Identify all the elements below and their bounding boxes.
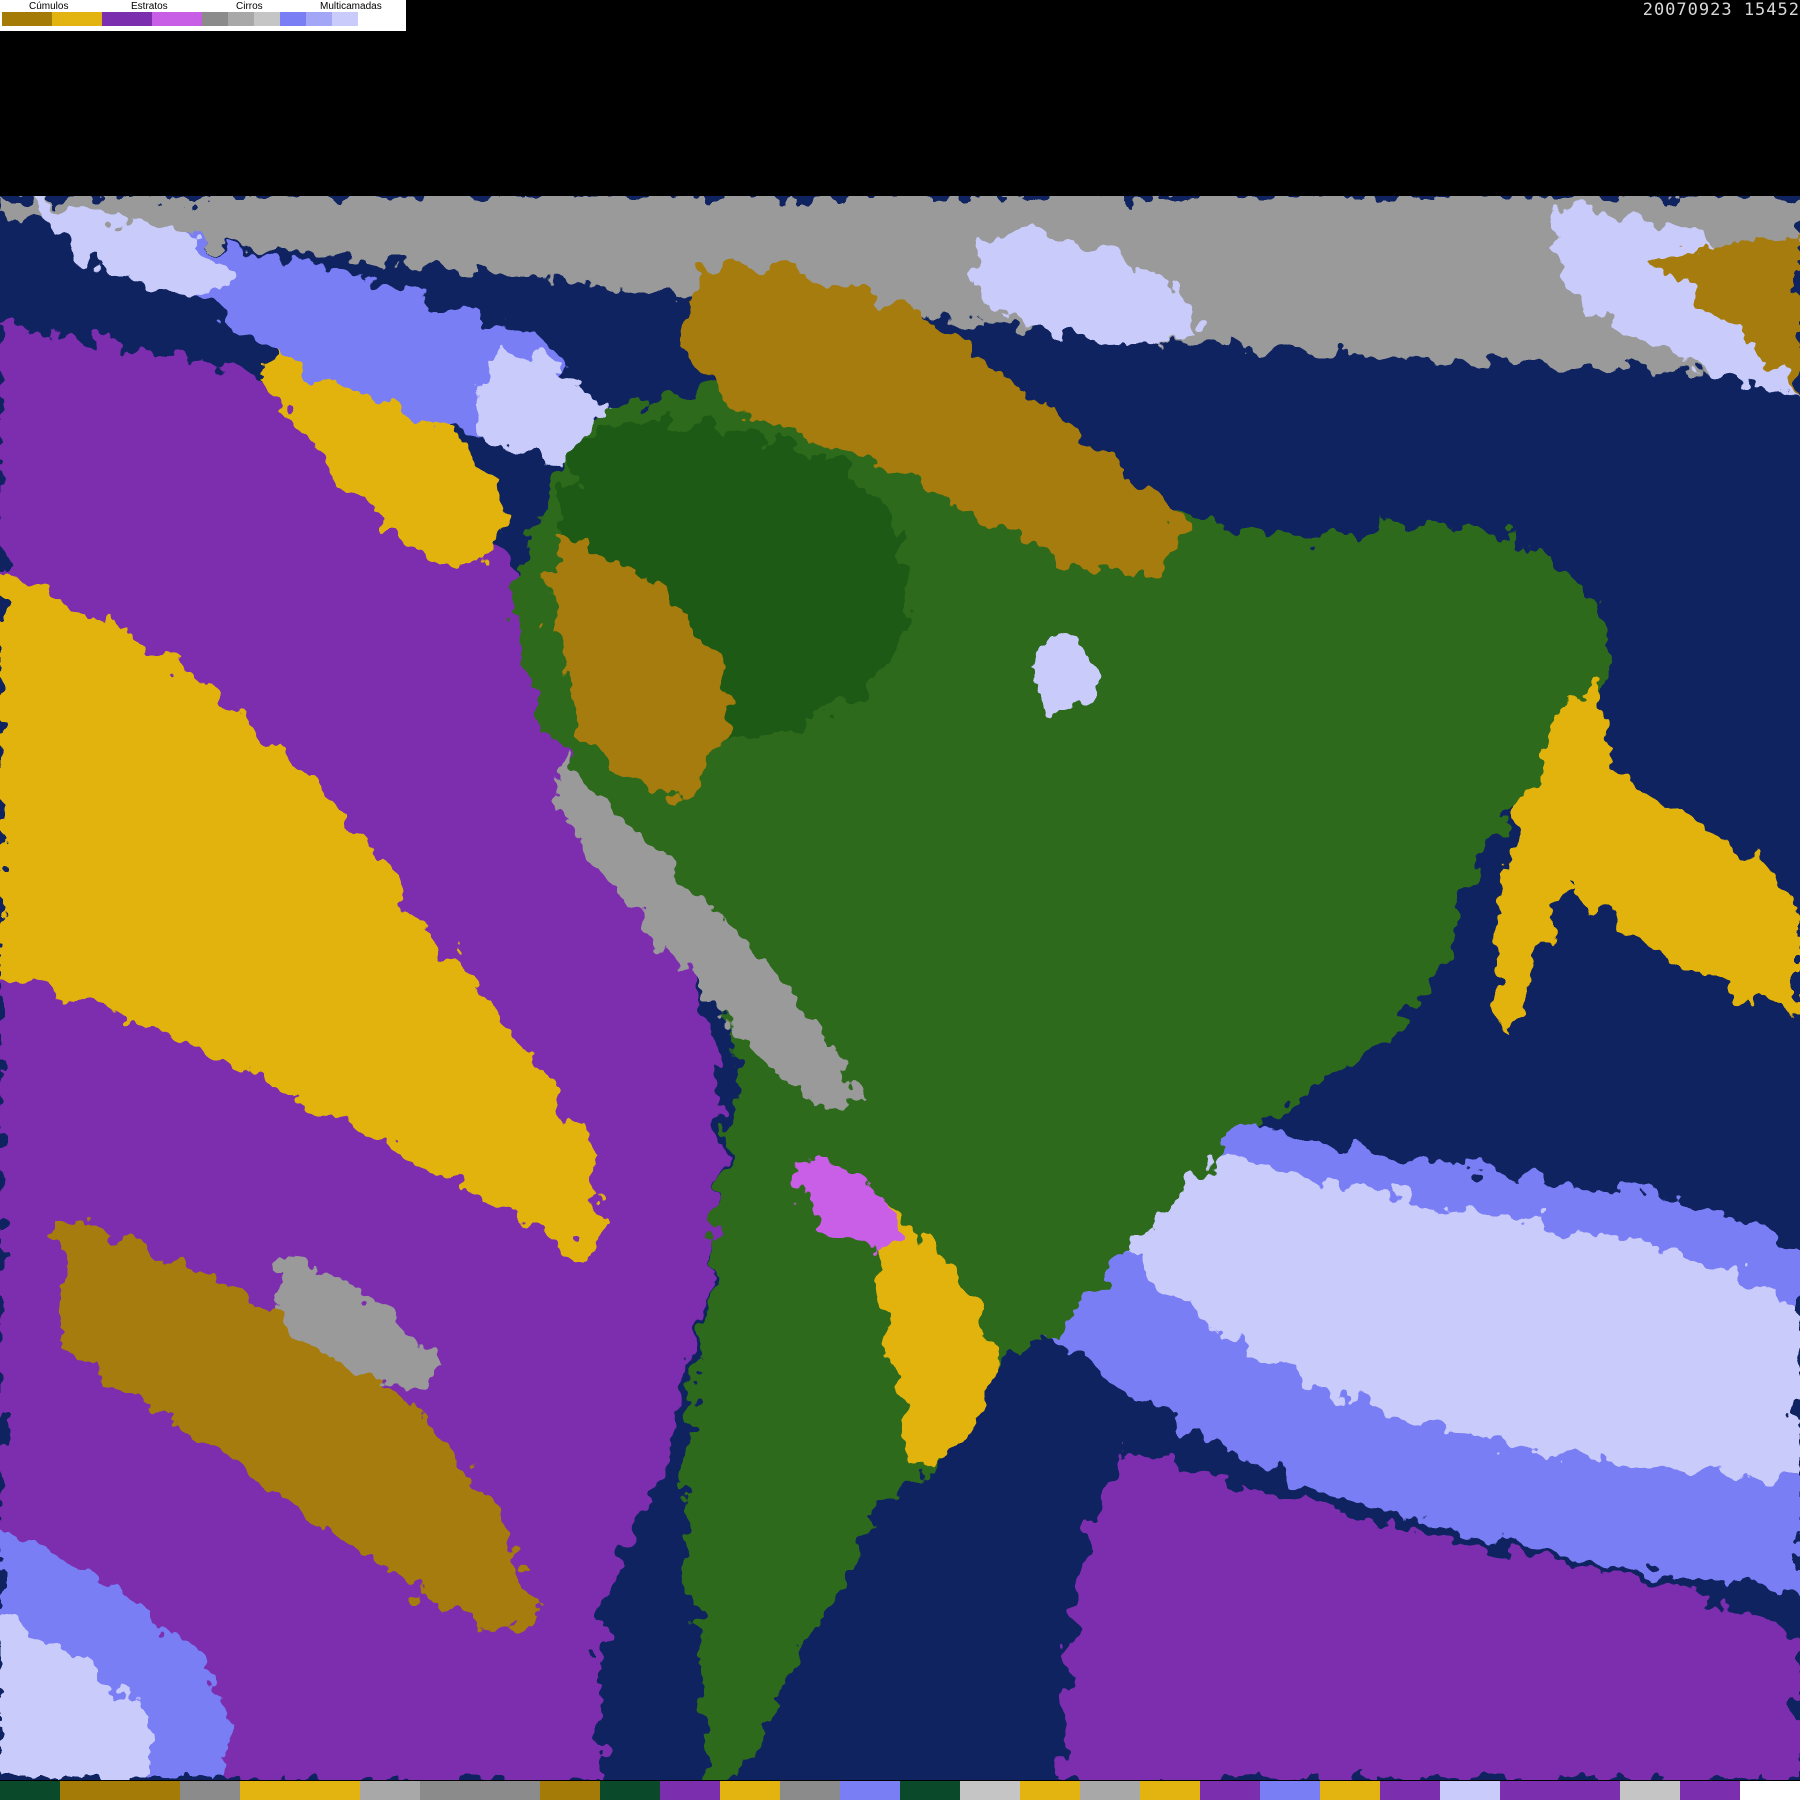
strip-cell [780,1781,840,1800]
strip-cell [120,1781,180,1800]
strip-cell [300,1781,360,1800]
strip-cell [1320,1781,1380,1800]
image-timestamp: 20070923 15452 [1642,0,1800,20]
strip-cell [1440,1781,1500,1800]
strip-cell [0,1781,60,1800]
strip-cell [240,1781,300,1800]
strip-cell [720,1781,780,1800]
strip-cell [1560,1781,1620,1800]
legend-label-cumulus: Cúmulos [29,1,69,12]
bottom-color-strip [0,1781,1800,1800]
strip-cell [360,1781,420,1800]
strip-cell [1260,1781,1320,1800]
strip-cell [1500,1781,1560,1800]
strip-cell [660,1781,720,1800]
legend-swatch [202,12,228,26]
strip-cell [600,1781,660,1800]
legend-swatch [228,12,254,26]
legend-swatch [152,12,202,26]
strip-cell [420,1781,480,1800]
strip-cell [480,1781,540,1800]
legend-swatch [52,12,102,26]
legend-label-multilayer: Multicamadas [320,1,382,12]
legend-swatch [254,12,280,26]
legend-swatch-row [2,12,384,26]
legend-swatch [332,12,358,26]
map-texture [0,196,1800,1780]
strip-cell [1740,1781,1800,1800]
strip-cell [840,1781,900,1800]
legend-label-cirrus: Cirros [236,1,263,12]
strip-cell [1020,1781,1080,1800]
strip-cell [900,1781,960,1800]
strip-cell [1620,1781,1680,1800]
strip-cell [1140,1781,1200,1800]
strip-cell [1080,1781,1140,1800]
strip-cell [960,1781,1020,1800]
strip-cell [540,1781,600,1800]
strip-cell [1680,1781,1740,1800]
satellite-map [0,196,1800,1780]
strip-cell [1380,1781,1440,1800]
legend-label-stratus: Estratos [131,1,168,12]
strip-cell [1200,1781,1260,1800]
cloud-classification-map [0,196,1800,1780]
legend-swatch [2,12,52,26]
legend-swatch [280,12,306,26]
cloud-type-legend: Cúmulos Estratos Cirros Multicamadas [0,0,406,31]
legend-swatch [358,12,384,26]
strip-cell [60,1781,120,1800]
legend-swatch [306,12,332,26]
strip-cell [180,1781,240,1800]
legend-swatch [102,12,152,26]
